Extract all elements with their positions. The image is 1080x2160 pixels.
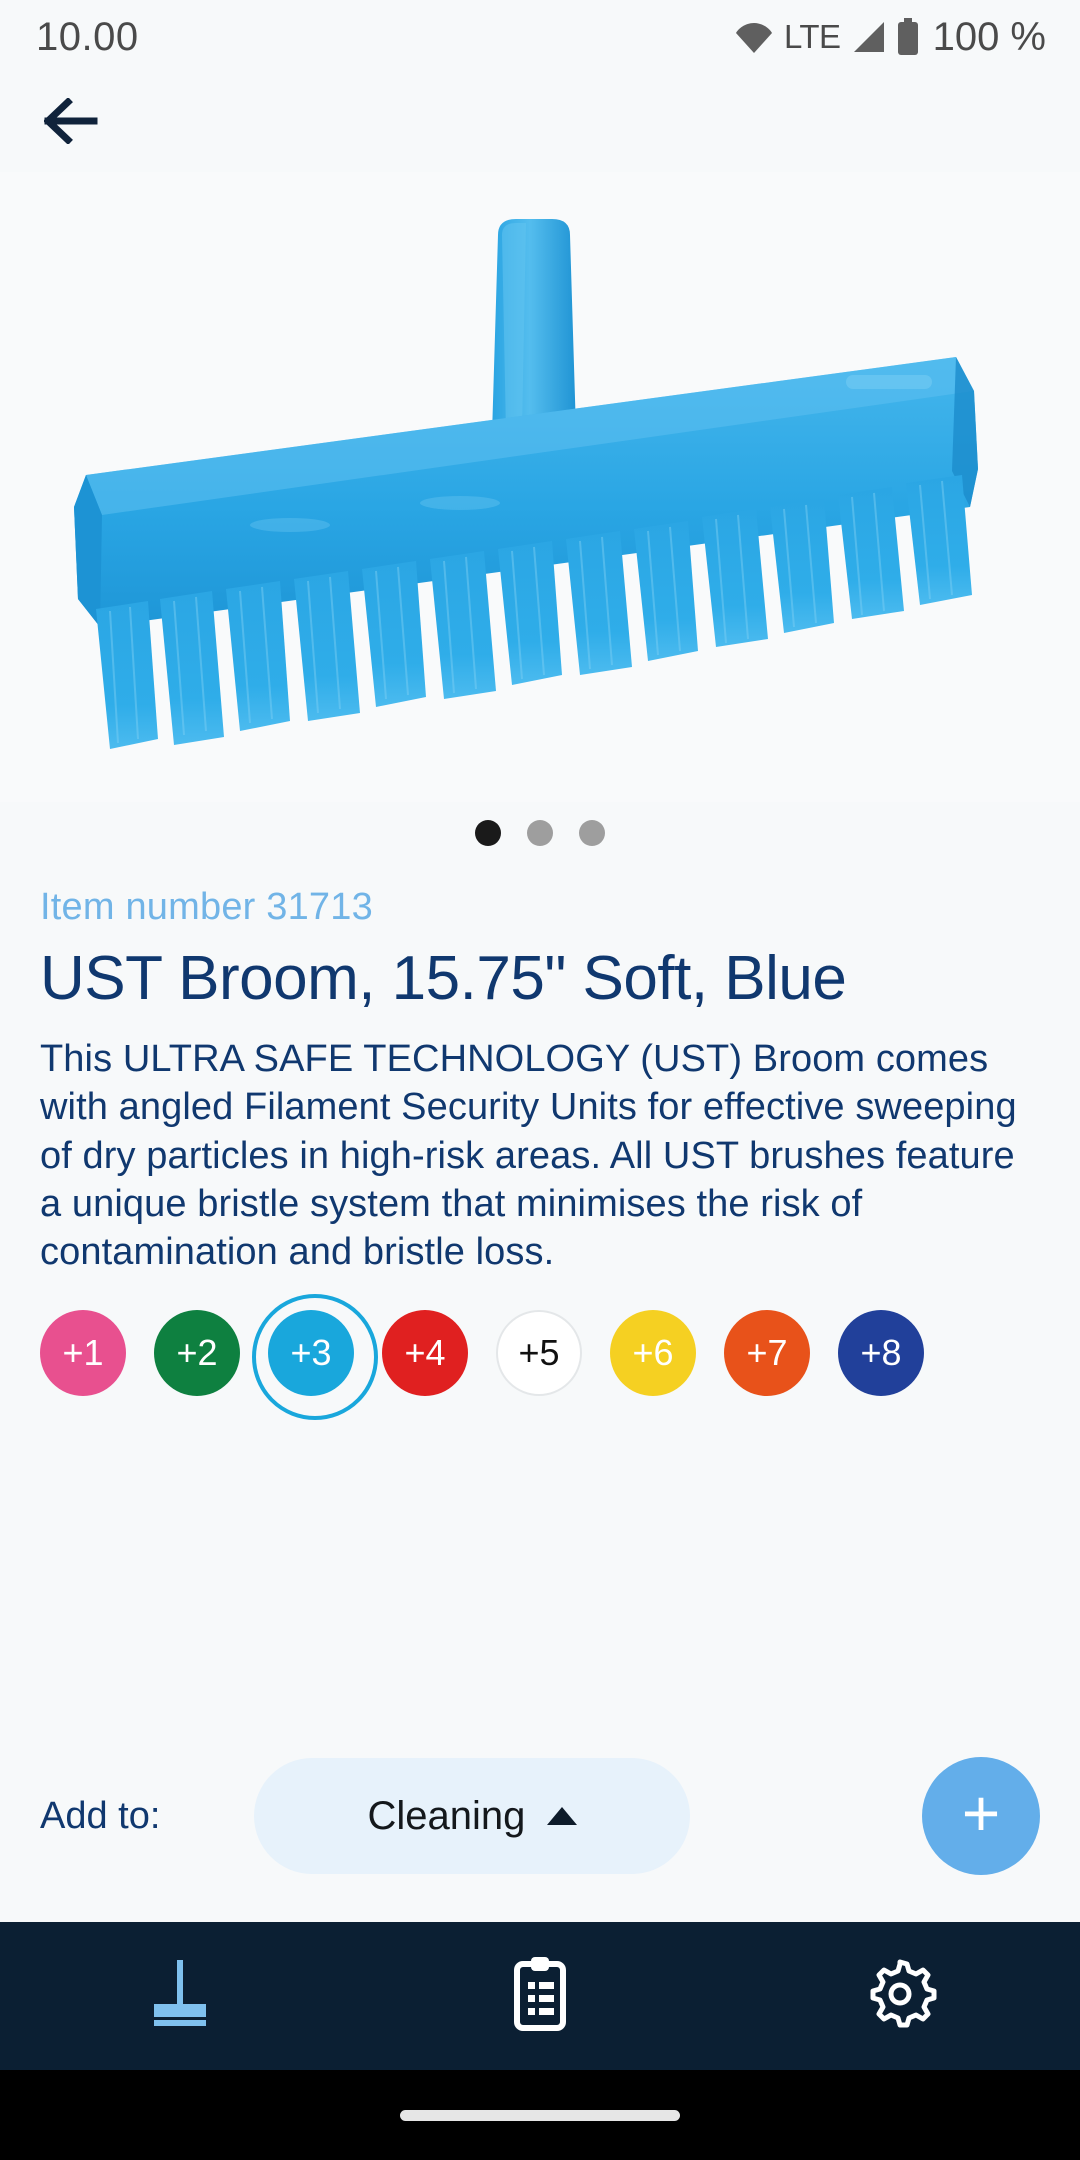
variant-chip-4[interactable]: +4: [382, 1310, 468, 1397]
variant-chip-1[interactable]: +1: [40, 1310, 126, 1397]
battery-percent-label: 100 %: [932, 14, 1046, 59]
product-description: This ULTRA SAFE TECHNOLOGY (UST) Broom c…: [40, 1038, 1017, 1274]
add-item-button[interactable]: +: [922, 1757, 1040, 1875]
signal-icon: [852, 21, 886, 53]
caret-up-icon: [547, 1807, 578, 1825]
variant-chip-6[interactable]: +6: [610, 1310, 696, 1397]
gesture-bar: [0, 2070, 1080, 2160]
back-button[interactable]: [34, 85, 110, 161]
variant-chip-8[interactable]: +8: [838, 1310, 924, 1397]
item-number-label: Item number 31713: [40, 886, 373, 928]
bottom-navigation: [0, 1922, 1080, 2070]
category-dropdown[interactable]: Cleaning: [254, 1758, 691, 1874]
nav-item-products[interactable]: [0, 1922, 360, 2070]
clipboard-icon: [509, 1956, 571, 2037]
add-to-row: Add to: Cleaning +: [0, 1740, 1080, 1892]
variant-chip-label: +1: [62, 1332, 104, 1374]
product-image-carousel[interactable]: [0, 172, 1080, 802]
carousel-dot-3[interactable]: [579, 820, 605, 846]
variant-chip-label: +8: [860, 1332, 902, 1374]
variant-chip-5[interactable]: +5: [496, 1310, 582, 1397]
home-indicator[interactable]: [400, 2109, 680, 2121]
top-bar: [0, 74, 1080, 172]
carousel-dot-2[interactable]: [527, 820, 553, 846]
plus-icon: +: [961, 1776, 1001, 1850]
variant-chip-2[interactable]: +2: [154, 1310, 240, 1397]
arrow-left-icon: [42, 96, 100, 149]
network-type-label: LTE: [784, 18, 841, 55]
status-bar: 10.00 LTE 100 %: [0, 0, 1080, 74]
variant-chip-3[interactable]: +3: [252, 1294, 378, 1421]
product-detail-content: Item number 31713 UST Broom, 15.75" Soft…: [0, 172, 1080, 1922]
wifi-icon: [735, 20, 773, 54]
nav-item-lists[interactable]: [360, 1922, 720, 2070]
carousel-dot-1[interactable]: [475, 820, 501, 846]
variant-chip-label: +5: [518, 1332, 560, 1374]
product-info: Item number 31713 UST Broom, 15.75" Soft…: [0, 864, 1080, 1276]
variant-chip-label: +2: [176, 1332, 218, 1374]
variant-chip-label: +6: [632, 1332, 674, 1374]
broom-icon: [140, 1956, 220, 2037]
variant-chip-label: +7: [746, 1332, 788, 1374]
page-title: UST Broom, 15.75" Soft, Blue: [40, 944, 847, 1013]
broom-product-image: [40, 207, 1040, 767]
variant-chip-label: +4: [404, 1332, 446, 1374]
add-to-label: Add to:: [40, 1794, 161, 1837]
battery-icon: [897, 18, 919, 56]
nav-item-settings[interactable]: [720, 1922, 1080, 2070]
status-indicators: LTE 100 %: [735, 15, 1046, 60]
variant-chip-7[interactable]: +7: [724, 1310, 810, 1397]
carousel-dots[interactable]: [0, 802, 1080, 864]
status-clock: 10.00: [36, 14, 139, 59]
variant-color-list: +1 +2 +3 +4 +5 +6 +7 +8: [0, 1276, 1010, 1421]
app-screen: 10.00 LTE 100 % Item number 31713 UST Br…: [0, 0, 1080, 2160]
gear-icon: [862, 1956, 938, 2037]
category-dropdown-value: Cleaning: [367, 1793, 526, 1838]
variant-chip-label: +3: [290, 1332, 332, 1374]
